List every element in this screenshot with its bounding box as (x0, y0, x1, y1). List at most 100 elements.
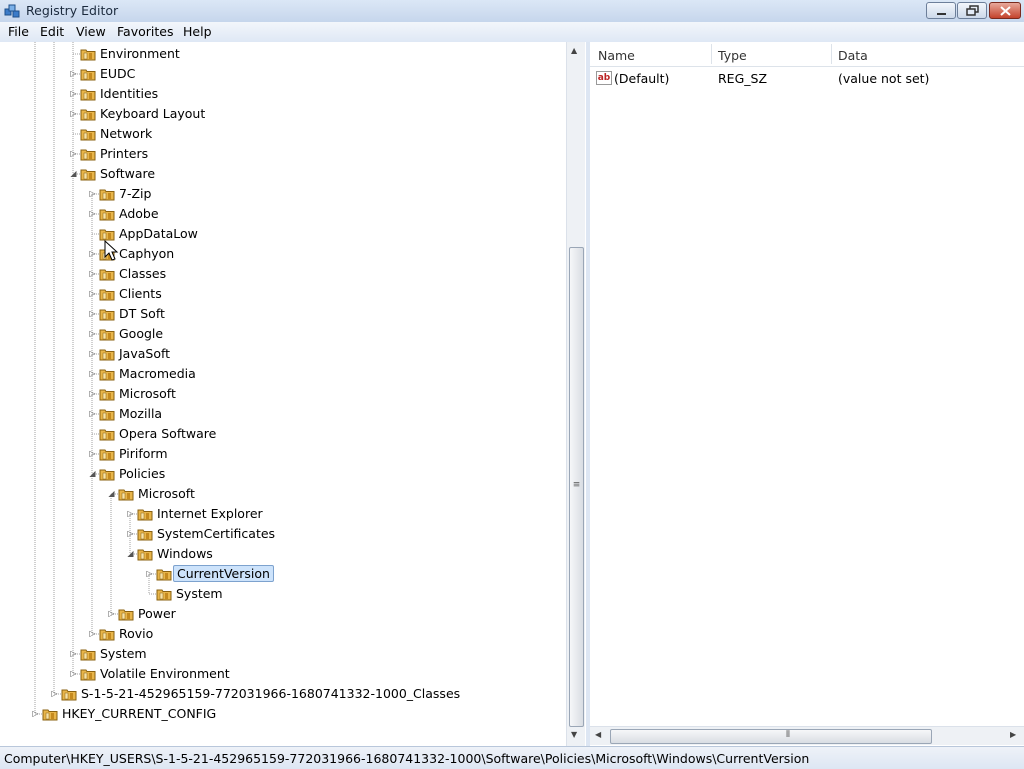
tree-label[interactable]: Piriform (116, 446, 171, 461)
menu-edit[interactable]: Edit (40, 24, 64, 39)
expand-arrow-icon[interactable]: ▷ (69, 148, 78, 159)
tree-label[interactable]: Software (97, 166, 158, 181)
tree-label[interactable]: Power (135, 606, 179, 621)
expand-arrow-icon[interactable]: ▷ (88, 628, 97, 639)
scrollbar-thumb[interactable]: ≡ (569, 247, 584, 727)
tree-label[interactable]: DT Soft (116, 306, 168, 321)
restore-button[interactable] (957, 2, 987, 19)
expand-arrow-icon[interactable]: ▷ (69, 108, 78, 119)
tree-node[interactable]: ▷ SystemCertificates (124, 524, 558, 544)
registry-tree[interactable]: Environment ▷ EUDC ▷ Identities ▷ Keyboard Lay… (0, 42, 587, 746)
expand-arrow-icon[interactable]: ▷ (88, 408, 97, 419)
column-type[interactable]: Type (718, 48, 747, 63)
tree-node[interactable]: ▷ Caphyon (86, 244, 558, 264)
tree-label[interactable]: 7-Zip (116, 186, 154, 201)
tree-node[interactable]: ▷ Macromedia (86, 364, 558, 384)
expand-arrow-icon[interactable]: ▷ (88, 268, 97, 279)
expand-arrow-icon[interactable]: ▷ (31, 708, 40, 719)
tree-label[interactable]: Microsoft (116, 386, 179, 401)
tree-label[interactable]: System (173, 586, 226, 601)
tree-label[interactable]: SystemCertificates (154, 526, 278, 541)
values-list[interactable]: Name Type Data ab (Default) REG_SZ (valu… (590, 42, 1024, 746)
expand-arrow-icon[interactable]: ▷ (88, 308, 97, 319)
expand-arrow-icon[interactable]: ▷ (145, 568, 154, 579)
expand-arrow-icon[interactable]: ▷ (88, 448, 97, 459)
tree-label[interactable]: Keyboard Layout (97, 106, 208, 121)
tree-node[interactable]: Opera Software (86, 424, 558, 444)
tree-node[interactable]: ▷ Rovio (86, 624, 558, 644)
tree-label[interactable]: Policies (116, 466, 168, 481)
tree-node[interactable]: ▷ 7-Zip (86, 184, 558, 204)
column-divider[interactable] (831, 44, 832, 64)
tree-node[interactable]: ▷ Google (86, 324, 558, 344)
expand-arrow-icon[interactable]: ▷ (88, 348, 97, 359)
tree-label[interactable]: Windows (154, 546, 216, 561)
tree-label[interactable]: Macromedia (116, 366, 199, 381)
tree-label[interactable]: Google (116, 326, 166, 341)
tree-label[interactable]: Microsoft (135, 486, 198, 501)
column-divider[interactable] (711, 44, 712, 64)
tree-node[interactable]: ▷ Mozilla (86, 404, 558, 424)
expand-arrow-icon[interactable]: ▷ (69, 648, 78, 659)
tree-vertical-scrollbar[interactable]: ▲ ≡ ▼ (566, 42, 585, 746)
tree-node[interactable]: ▷ JavaSoft (86, 344, 558, 364)
tree-label[interactable]: Adobe (116, 206, 162, 221)
tree-node[interactable]: System (143, 584, 558, 604)
scrollbar-thumb[interactable]: ⦀ (610, 729, 932, 744)
tree-node[interactable]: ▷ CurrentVersion (143, 564, 558, 584)
collapse-arrow-icon[interactable]: ◢ (126, 548, 135, 559)
expand-arrow-icon[interactable]: ▷ (126, 528, 135, 539)
tree-label[interactable]: System (97, 646, 150, 661)
tree-label[interactable]: Internet Explorer (154, 506, 266, 521)
tree-node[interactable]: ▷ Classes (86, 264, 558, 284)
expand-arrow-icon[interactable]: ▷ (88, 208, 97, 219)
list-item[interactable]: ab (Default) REG_SZ (value not set) (590, 68, 1024, 88)
selected-tree-label[interactable]: CurrentVersion (173, 565, 274, 582)
tree-node[interactable]: ◢ Policies (86, 464, 558, 484)
tree-label[interactable]: Mozilla (116, 406, 165, 421)
expand-arrow-icon[interactable]: ▷ (88, 288, 97, 299)
scroll-down-icon[interactable]: ▼ (571, 730, 577, 739)
tree-node[interactable]: ▷ Power (105, 604, 558, 624)
menu-favorites[interactable]: Favorites (117, 24, 173, 39)
tree-node[interactable]: ◢ Windows (124, 544, 558, 564)
tree-node[interactable]: ▷ S-1-5-21-452965159-772031966-1680741332… (48, 684, 558, 704)
title-bar[interactable]: Registry Editor (0, 0, 1024, 22)
values-horizontal-scrollbar[interactable]: ◀ ⦀ ▶ (590, 726, 1024, 745)
tree-node[interactable]: Environment (67, 44, 558, 64)
expand-arrow-icon[interactable]: ▷ (88, 368, 97, 379)
tree-node[interactable]: ◢ Software (67, 164, 558, 184)
menu-help[interactable]: Help (183, 24, 212, 39)
tree-node[interactable]: ▷ Microsoft (86, 384, 558, 404)
expand-arrow-icon[interactable]: ▷ (88, 328, 97, 339)
tree-label[interactable]: S-1-5-21-452965159-772031966-1680741332-… (78, 686, 463, 701)
expand-arrow-icon[interactable]: ▷ (88, 388, 97, 399)
expand-arrow-icon[interactable]: ▷ (88, 188, 97, 199)
tree-label[interactable]: Printers (97, 146, 151, 161)
tree-label[interactable]: EUDC (97, 66, 138, 81)
menu-file[interactable]: File (8, 24, 29, 39)
close-button[interactable] (989, 2, 1021, 19)
tree-label[interactable]: JavaSoft (116, 346, 173, 361)
tree-label[interactable]: Network (97, 126, 155, 141)
expand-arrow-icon[interactable]: ▷ (126, 508, 135, 519)
tree-label[interactable]: HKEY_CURRENT_CONFIG (59, 706, 219, 721)
collapse-arrow-icon[interactable]: ◢ (88, 468, 97, 479)
tree-label[interactable]: Classes (116, 266, 169, 281)
tree-node[interactable]: ▷ Internet Explorer (124, 504, 558, 524)
expand-arrow-icon[interactable]: ▷ (88, 248, 97, 259)
tree-label[interactable]: Environment (97, 46, 183, 61)
scroll-right-icon[interactable]: ▶ (1010, 730, 1016, 739)
tree-label[interactable]: Opera Software (116, 426, 219, 441)
tree-node[interactable]: AppDataLow (86, 224, 558, 244)
expand-arrow-icon[interactable]: ▷ (69, 68, 78, 79)
tree-label[interactable]: Rovio (116, 626, 156, 641)
tree-node[interactable]: ▷ HKEY_CURRENT_CONFIG (29, 704, 558, 724)
tree-node[interactable]: Network (67, 124, 558, 144)
tree-node[interactable]: ▷ Adobe (86, 204, 558, 224)
collapse-arrow-icon[interactable]: ◢ (69, 168, 78, 179)
expand-arrow-icon[interactable]: ▷ (107, 608, 116, 619)
minimize-button[interactable] (926, 2, 956, 19)
collapse-arrow-icon[interactable]: ◢ (107, 488, 116, 499)
tree-node[interactable]: ▷ Printers (67, 144, 558, 164)
